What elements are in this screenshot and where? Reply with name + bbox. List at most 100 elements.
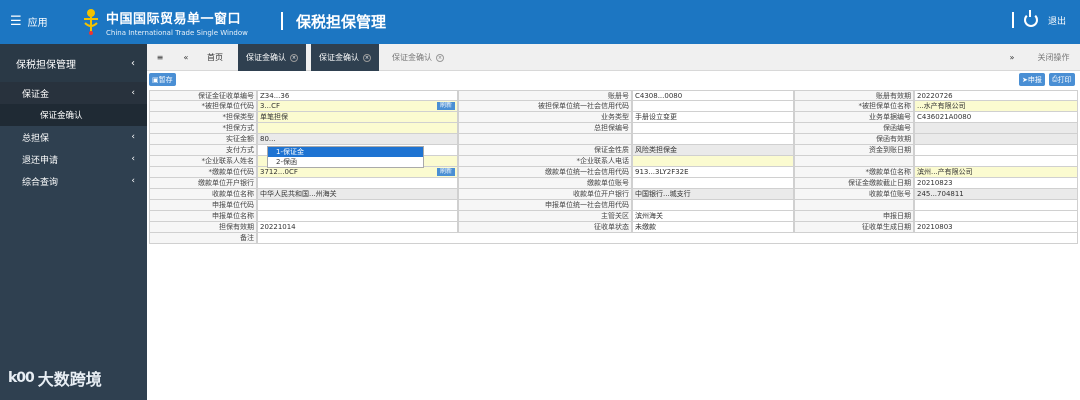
hamburger-icon[interactable]: ≡ (147, 44, 173, 71)
field-label: 收款单位账号 (794, 189, 914, 200)
guarantee-method-dropdown[interactable]: 1-保证金 2-保函 (267, 146, 424, 168)
app-menu-label: 应用 (27, 18, 48, 29)
field-label: 申报单位统一社会信用代码 (458, 200, 632, 211)
field-label: 实征金额 (149, 134, 257, 145)
power-icon[interactable] (1023, 10, 1038, 27)
field-input[interactable]: 20221014 (257, 222, 458, 233)
field-input[interactable] (632, 156, 794, 167)
field-label: 被担保单位统一社会信用代码 (458, 101, 632, 112)
close-icon[interactable]: × (290, 53, 298, 62)
field-label: *被担保单位名称 (794, 101, 914, 112)
field-value: 80... (260, 135, 276, 143)
save-label: 暂存 (158, 75, 173, 84)
field-value: 3712...0CF (260, 168, 298, 176)
field-input[interactable] (632, 178, 794, 189)
field-value: 单笔担保 (260, 113, 288, 121)
field-input[interactable] (914, 200, 1078, 211)
brand: 中国国际贸易单一窗口 China International Trade Sin… (106, 8, 248, 37)
sidebar-item-general-guarantee[interactable]: 总担保 ‹ (0, 126, 147, 148)
tab-deposit-confirm-3[interactable]: 保证金确认 × (384, 44, 452, 71)
double-left-arrow-icon[interactable]: « (173, 44, 199, 71)
field-input[interactable] (257, 211, 458, 222)
sidebar-item-refund[interactable]: 退还申请 ‹ (0, 148, 147, 170)
field-input[interactable]: 中国银行...城支行 (632, 189, 794, 200)
field-value: Z34...36 (260, 92, 290, 100)
field-value: 滨州...产有限公司 (917, 168, 973, 176)
field-input[interactable]: 245...704811 (914, 189, 1078, 200)
form-row: *担保方式 总担保编号 保函编号 (149, 123, 1078, 134)
field-input[interactable] (257, 200, 458, 211)
close-icon[interactable]: × (363, 53, 371, 62)
sidebar-header[interactable]: 保税担保管理 ‹ (0, 44, 147, 82)
field-input[interactable]: C436021A0080 (914, 112, 1078, 123)
field-label: 申报单位名称 (149, 211, 257, 222)
field-input[interactable]: 风险类担保金 (632, 145, 794, 156)
declare-button[interactable]: ➤ 申报 (1019, 73, 1045, 86)
field-input[interactable]: 3...CF 刷新 (257, 101, 458, 112)
field-input[interactable]: 3712...0CF 刷新 (257, 167, 458, 178)
dropdown-option[interactable]: 2-保函 (268, 157, 423, 167)
field-input[interactable] (914, 123, 1078, 134)
sidebar-item-query[interactable]: 综合查询 ‹ (0, 170, 147, 192)
field-input[interactable]: 20210823 (914, 178, 1078, 189)
field-input[interactable]: 单笔担保 (257, 112, 458, 123)
field-label (794, 156, 914, 167)
chevron-left-icon: ‹ (131, 57, 135, 69)
title-divider (281, 12, 283, 30)
field-value: ...水产有限公司 (917, 102, 966, 110)
field-input[interactable]: 手册设立变更 (632, 112, 794, 123)
tab-home[interactable]: 首页 (199, 44, 231, 71)
sidebar-header-label: 保税担保管理 (16, 59, 76, 71)
field-label: 申报日期 (794, 211, 914, 222)
field-input[interactable] (257, 178, 458, 189)
refresh-button[interactable]: 刷新 (436, 102, 455, 110)
field-input[interactable] (632, 123, 794, 134)
sidebar-item-deposit-confirm[interactable]: 保证金确认 (0, 104, 147, 126)
field-value: 20221014 (260, 223, 296, 231)
close-operations-menu[interactable]: 关闭操作 (1027, 44, 1080, 71)
field-label (794, 200, 914, 211)
field-input[interactable]: 80... (257, 134, 458, 145)
field-value: 中国银行...城支行 (635, 190, 691, 198)
field-input[interactable] (914, 211, 1078, 222)
field-input[interactable]: 20210803 (914, 222, 1078, 233)
field-input[interactable]: 滨州海关 (632, 211, 794, 222)
dropdown-option[interactable]: 1-保证金 (268, 147, 423, 157)
close-icon[interactable]: × (436, 53, 444, 62)
field-value: 中华人民共和国...州海关 (260, 190, 337, 198)
field-label: 征收单生成日期 (794, 222, 914, 233)
field-input[interactable] (914, 134, 1078, 145)
field-input[interactable] (632, 134, 794, 145)
refresh-button[interactable]: 刷新 (436, 168, 455, 176)
field-input[interactable]: 913...3LY2F32E (632, 167, 794, 178)
field-input[interactable]: 中华人民共和国...州海关 (257, 189, 458, 200)
tab-label: 保证金确认 (246, 53, 286, 62)
sidebar-item-deposit[interactable]: 保证金 ‹ (0, 82, 147, 104)
field-input[interactable]: 20220726 (914, 90, 1078, 101)
field-label: 主管关区 (458, 211, 632, 222)
double-right-arrow-icon[interactable]: » (1002, 44, 1022, 71)
field-input[interactable]: Z34...36 (257, 90, 458, 101)
logout-link[interactable]: 退出 (1048, 14, 1066, 27)
declare-label: 申报 (1027, 75, 1042, 84)
field-input[interactable]: 未缴款 (632, 222, 794, 233)
field-input[interactable]: 滨州...产有限公司 (914, 167, 1078, 178)
tab-deposit-confirm-1[interactable]: 保证金确认 × (238, 44, 306, 71)
field-input[interactable] (914, 156, 1078, 167)
print-button[interactable]: ⎙ 打印 (1049, 73, 1075, 86)
tab-deposit-confirm-2[interactable]: 保证金确认 × (311, 44, 379, 71)
watermark-logo: k00 (8, 370, 35, 386)
field-input[interactable] (632, 200, 794, 211)
field-label: 账册号 (458, 90, 632, 101)
vertical-divider (1011, 12, 1014, 28)
field-input[interactable] (257, 123, 458, 134)
field-value: 20210823 (917, 179, 953, 187)
field-label: 申报单位代码 (149, 200, 257, 211)
field-input[interactable]: ...水产有限公司 (914, 101, 1078, 112)
save-draft-button[interactable]: ▣ 暂存 (149, 73, 176, 86)
field-input[interactable] (632, 101, 794, 112)
field-input[interactable]: C4308...0080 (632, 90, 794, 101)
field-input[interactable] (914, 145, 1078, 156)
app-menu-button[interactable]: ☰ 应用 (10, 14, 48, 29)
field-input[interactable] (257, 233, 1078, 244)
